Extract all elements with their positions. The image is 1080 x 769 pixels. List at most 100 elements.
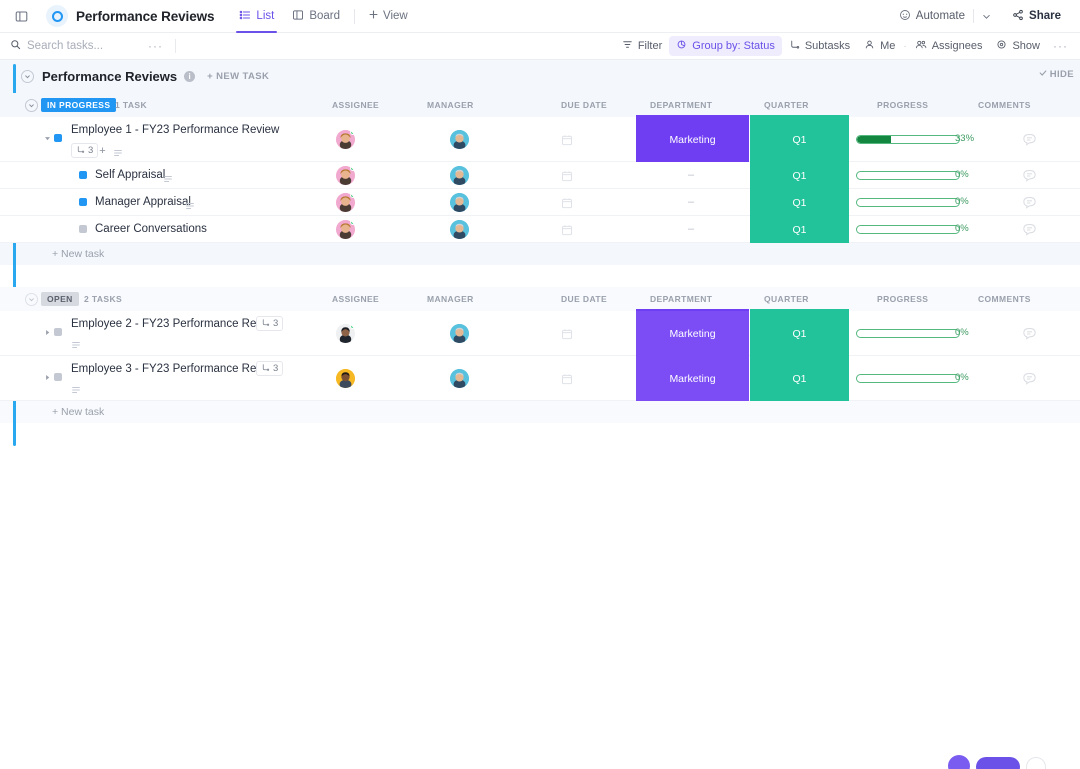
task-name[interactable]: Career Conversations bbox=[95, 223, 207, 235]
avatar[interactable] bbox=[336, 369, 355, 388]
status-square[interactable] bbox=[79, 198, 87, 206]
avatar[interactable] bbox=[336, 220, 355, 239]
subtask-count-pill[interactable]: 3 bbox=[256, 316, 284, 331]
quarter-cell[interactable]: Q1 bbox=[750, 216, 849, 243]
comment-icon[interactable] bbox=[1022, 371, 1037, 391]
quarter-cell[interactable]: Q1 bbox=[750, 311, 849, 356]
column-header-department[interactable]: DEPARTMENT bbox=[650, 100, 712, 110]
due-date-icon[interactable] bbox=[561, 327, 573, 345]
expand-caret-icon[interactable] bbox=[44, 329, 51, 338]
task-name[interactable]: Employee 3 - FY23 Performance Review bbox=[71, 363, 279, 375]
fab-tertiary-button[interactable] bbox=[1026, 757, 1046, 769]
subtasks-button[interactable]: Subtasks bbox=[782, 36, 857, 56]
table-row[interactable]: Self Appraisal – Q1 0% bbox=[0, 162, 1080, 189]
fab-secondary-button[interactable] bbox=[948, 755, 970, 769]
description-icon[interactable] bbox=[113, 145, 123, 163]
me-button[interactable]: Me bbox=[857, 36, 902, 56]
column-header-comments[interactable]: COMMENTS bbox=[978, 294, 1031, 304]
avatar[interactable] bbox=[336, 130, 355, 149]
due-date-icon[interactable] bbox=[561, 169, 573, 187]
progress-bar[interactable] bbox=[856, 198, 960, 207]
tab-board[interactable]: Board bbox=[283, 0, 349, 33]
quarter-cell[interactable]: Q1 bbox=[750, 117, 849, 162]
avatar[interactable] bbox=[450, 220, 469, 239]
due-date-icon[interactable] bbox=[561, 372, 573, 390]
hide-button[interactable]: HIDE bbox=[1039, 69, 1074, 80]
department-cell[interactable]: Marketing bbox=[636, 356, 749, 401]
task-name[interactable]: Employee 2 - FY23 Performance Review bbox=[71, 318, 279, 330]
avatar[interactable] bbox=[336, 166, 355, 185]
comment-icon[interactable] bbox=[1022, 326, 1037, 346]
status-square[interactable] bbox=[79, 225, 87, 233]
column-header-comments[interactable]: COMMENTS bbox=[978, 100, 1031, 110]
subtask-count-pill[interactable]: 3 bbox=[256, 361, 284, 376]
column-header-assignee[interactable]: ASSIGNEE bbox=[332, 294, 379, 304]
task-name[interactable]: Manager Appraisal bbox=[95, 196, 191, 208]
chevron-down-icon[interactable] bbox=[975, 5, 997, 27]
column-header-progress[interactable]: PROGRESS bbox=[877, 100, 928, 110]
fab-primary-button[interactable] bbox=[976, 757, 1020, 769]
table-row[interactable]: Employee 2 - FY23 Performance Review 3 M… bbox=[0, 311, 1080, 356]
avatar[interactable] bbox=[450, 324, 469, 343]
department-cell[interactable]: Marketing bbox=[636, 311, 749, 356]
search-input[interactable] bbox=[27, 40, 142, 52]
table-row[interactable]: Manager Appraisal – Q1 0% bbox=[0, 189, 1080, 216]
avatar[interactable] bbox=[450, 166, 469, 185]
new-task-row[interactable]: + New task bbox=[0, 401, 1080, 423]
quarter-cell[interactable]: Q1 bbox=[750, 162, 849, 189]
status-square[interactable] bbox=[79, 171, 87, 179]
share-button[interactable]: Share bbox=[1005, 6, 1068, 27]
status-square[interactable] bbox=[54, 134, 62, 142]
quarter-cell[interactable]: Q1 bbox=[750, 189, 849, 216]
column-header-manager[interactable]: MANAGER bbox=[427, 294, 474, 304]
subtask-count-pill[interactable]: 3 bbox=[71, 143, 99, 158]
task-name[interactable]: Self Appraisal bbox=[95, 169, 165, 181]
new-task-button[interactable]: + NEW TASK bbox=[207, 71, 269, 82]
group-by-button[interactable]: Group by: Status bbox=[669, 36, 782, 56]
assignees-button[interactable]: Assignees bbox=[908, 36, 990, 56]
tab-list[interactable]: List bbox=[230, 0, 283, 33]
expand-caret-icon[interactable] bbox=[44, 374, 51, 383]
department-empty[interactable]: – bbox=[688, 196, 694, 208]
status-badge[interactable]: IN PROGRESS bbox=[41, 98, 117, 112]
column-header-quarter[interactable]: QUARTER bbox=[764, 294, 809, 304]
comment-icon[interactable] bbox=[1022, 168, 1037, 188]
due-date-icon[interactable] bbox=[561, 133, 573, 151]
table-row[interactable]: Career Conversations – Q1 0% bbox=[0, 216, 1080, 243]
department-cell[interactable]: Marketing bbox=[636, 117, 749, 162]
progress-bar[interactable] bbox=[856, 374, 960, 383]
group-collapse-icon[interactable] bbox=[25, 292, 38, 306]
avatar[interactable] bbox=[450, 193, 469, 212]
expand-caret-icon[interactable] bbox=[44, 135, 51, 144]
avatar[interactable] bbox=[450, 369, 469, 388]
status-square[interactable] bbox=[54, 328, 62, 336]
column-header-manager[interactable]: MANAGER bbox=[427, 100, 474, 110]
column-header-due-date[interactable]: DUE DATE bbox=[561, 294, 607, 304]
column-header-assignee[interactable]: ASSIGNEE bbox=[332, 100, 379, 110]
project-circle-icon[interactable] bbox=[46, 5, 68, 27]
due-date-icon[interactable] bbox=[561, 196, 573, 214]
column-header-progress[interactable]: PROGRESS bbox=[877, 294, 928, 304]
toolbar-more-icon[interactable]: ··· bbox=[1053, 39, 1068, 53]
automate-button[interactable]: Automate bbox=[892, 6, 972, 27]
task-name[interactable]: Employee 1 - FY23 Performance Review bbox=[71, 124, 279, 136]
search-more-icon[interactable]: ··· bbox=[148, 39, 163, 53]
list-collapse-icon[interactable] bbox=[21, 70, 34, 83]
comment-icon[interactable] bbox=[1022, 132, 1037, 152]
progress-bar[interactable] bbox=[856, 135, 960, 144]
info-icon[interactable]: i bbox=[184, 71, 196, 82]
avatar[interactable] bbox=[336, 193, 355, 212]
avatar[interactable] bbox=[336, 324, 355, 343]
avatar[interactable] bbox=[450, 130, 469, 149]
add-view-button[interactable]: View bbox=[360, 9, 416, 23]
panel-toggle-icon[interactable] bbox=[10, 5, 32, 27]
progress-bar[interactable] bbox=[856, 171, 960, 180]
status-square[interactable] bbox=[54, 373, 62, 381]
description-icon[interactable] bbox=[185, 198, 195, 216]
description-icon[interactable] bbox=[71, 382, 81, 400]
progress-bar[interactable] bbox=[856, 225, 960, 234]
filter-button[interactable]: Filter bbox=[615, 36, 669, 56]
table-row[interactable]: Employee 3 - FY23 Performance Review 3 M… bbox=[0, 356, 1080, 401]
column-header-quarter[interactable]: QUARTER bbox=[764, 100, 809, 110]
column-header-department[interactable]: DEPARTMENT bbox=[650, 294, 712, 304]
